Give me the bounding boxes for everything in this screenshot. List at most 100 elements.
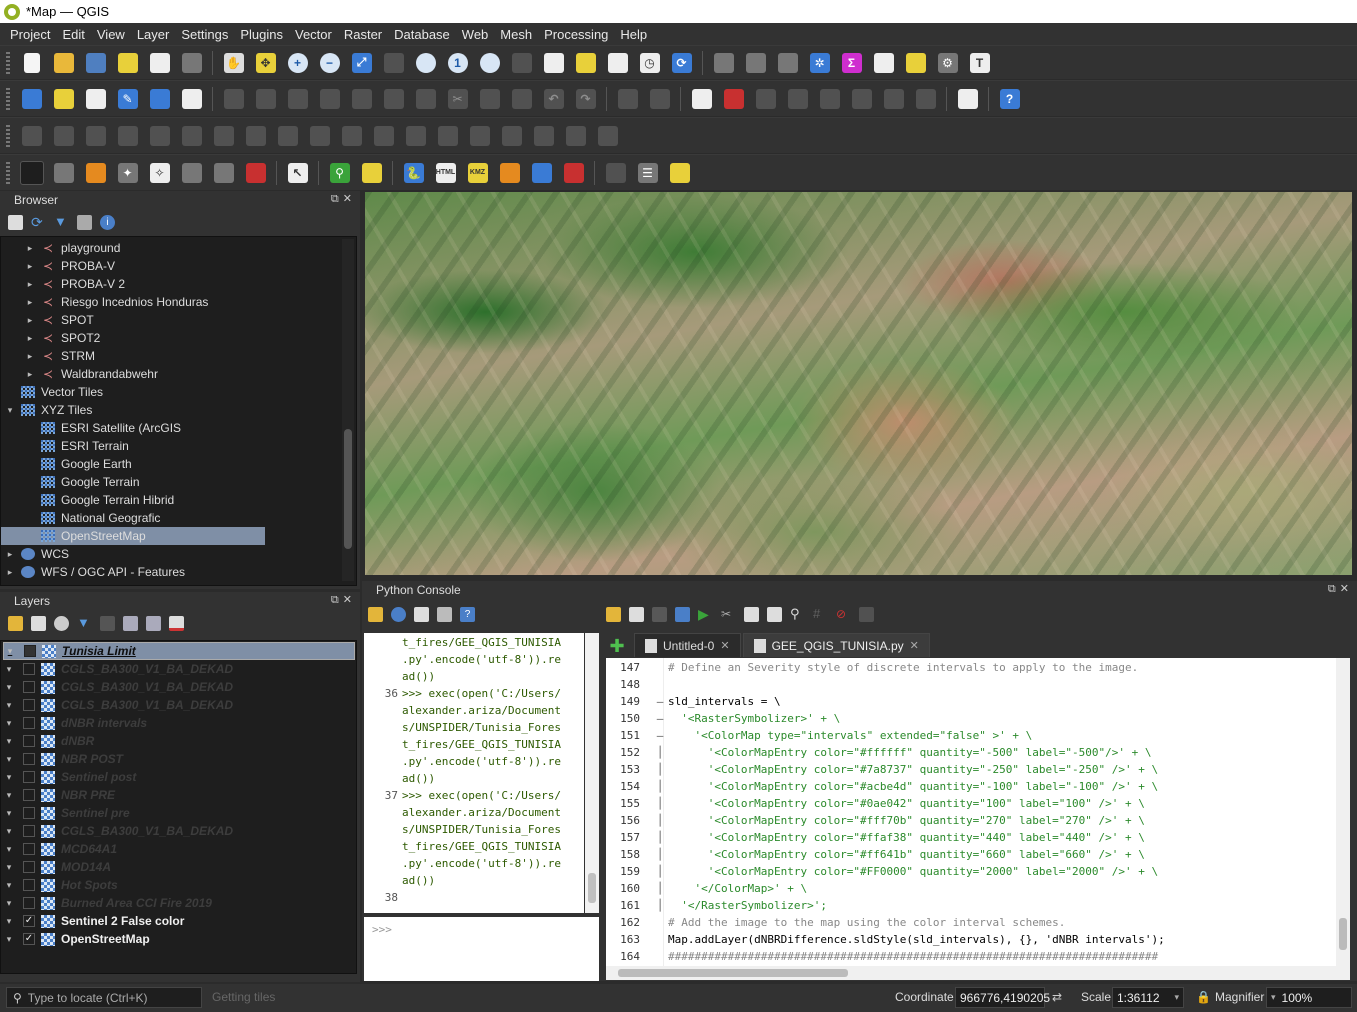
code-editor[interactable]: 147 # Define an Severity style of discret… — [606, 658, 1336, 966]
add-ring-button[interactable] — [146, 122, 173, 149]
layer-row[interactable]: ▾ Sentinel pre — [3, 804, 355, 822]
layer-row[interactable]: ▾ Sentinel post — [3, 768, 355, 786]
toggle-editing-button[interactable] — [220, 85, 247, 112]
menu-settings[interactable]: Settings — [175, 27, 234, 42]
expand-arrow-icon[interactable]: ▸ — [25, 243, 35, 254]
measure-angle-button[interactable] — [560, 159, 587, 186]
menu-edit[interactable]: Edit — [56, 27, 90, 42]
remove-selection-button[interactable] — [242, 159, 269, 186]
new-bookmark-button[interactable] — [604, 49, 631, 76]
filter-icon[interactable]: ▼ — [54, 214, 69, 230]
help-icon[interactable]: ? — [460, 606, 475, 622]
show-editor-icon[interactable] — [414, 606, 429, 622]
browser-item[interactable]: ▸ ≺ SPOT2 — [1, 329, 341, 347]
layer-visibility-checkbox[interactable] — [24, 645, 36, 657]
fill-ring-button[interactable] — [210, 122, 237, 149]
expand-arrow-icon[interactable]: ▾ — [3, 898, 15, 909]
comment-icon[interactable]: # — [813, 606, 828, 622]
python-console-button[interactable]: 🐍 — [400, 159, 427, 186]
new-temporary-layer-button[interactable] — [82, 85, 109, 112]
layer-row[interactable]: ▾ CGLS_BA300_V1_BA_DEKAD — [3, 660, 355, 678]
label-rotate-button[interactable] — [816, 85, 843, 112]
lock-scale-icon[interactable]: 🔒 — [1196, 990, 1211, 1004]
new-map-view-button[interactable] — [540, 49, 567, 76]
layer-visibility-checkbox[interactable] — [23, 771, 35, 783]
expand-arrow-icon[interactable]: ▸ — [5, 549, 15, 560]
layer-filter-button[interactable] — [666, 159, 693, 186]
delete-selected-button[interactable] — [412, 85, 439, 112]
copy-icon[interactable] — [744, 606, 759, 622]
menu-plugins[interactable]: Plugins — [234, 27, 289, 42]
layout-manager-button[interactable] — [146, 49, 173, 76]
browser-item[interactable]: ▸ WCS — [1, 545, 341, 563]
filter-icon[interactable]: ▼ — [77, 615, 92, 631]
new-geopackage-button[interactable] — [50, 85, 77, 112]
panel-float-close-icon[interactable]: ⧉✕ — [331, 593, 356, 607]
label-show-button[interactable] — [880, 85, 907, 112]
browser-item[interactable]: ▸ ≺ SPOT — [1, 311, 341, 329]
processing-toolbox-button[interactable]: ✲ — [806, 49, 833, 76]
locator-search[interactable]: ⚲ Type to locate (Ctrl+K) — [6, 987, 202, 1008]
menu-project[interactable]: Project — [4, 27, 56, 42]
zoom-in-button[interactable]: + — [284, 49, 311, 76]
vertex-tool-button[interactable] — [348, 85, 375, 112]
layer-row[interactable]: ▾ CGLS_BA300_V1_BA_DEKAD — [3, 696, 355, 714]
open-script-icon[interactable] — [606, 606, 621, 622]
coordinate-field[interactable]: 966776,4190205 — [955, 987, 1050, 1008]
layer-row[interactable]: ▾ Hot Spots — [3, 876, 355, 894]
layer-row[interactable]: ▾ CGLS_BA300_V1_BA_DEKAD — [3, 822, 355, 840]
settings-wrench-icon[interactable] — [437, 606, 452, 622]
undo-button[interactable]: ↶ — [540, 85, 567, 112]
offset-curve-button[interactable] — [338, 122, 365, 149]
delete-ring-button[interactable] — [242, 122, 269, 149]
layer-visibility-checkbox[interactable] — [23, 789, 35, 801]
zoom-full-button[interactable]: ⤢ — [348, 49, 375, 76]
actions-button[interactable]: ⚙ — [934, 49, 961, 76]
zoom-next-button[interactable] — [508, 49, 535, 76]
expand-arrow-icon[interactable]: ▾ — [3, 682, 15, 693]
expand-arrow-icon[interactable]: ▾ — [3, 736, 15, 747]
layer-visibility-checkbox[interactable] — [23, 663, 35, 675]
layer-visibility-checkbox[interactable] — [23, 699, 35, 711]
identify-features-button[interactable] — [710, 49, 737, 76]
measure-button[interactable] — [870, 49, 897, 76]
layer-visibility-checkbox[interactable] — [23, 879, 35, 891]
style-icon[interactable] — [8, 615, 23, 631]
magnifier-field[interactable]: ▾ 100% — [1266, 987, 1352, 1008]
refresh-button[interactable]: ⟳ — [668, 49, 695, 76]
layer-row[interactable]: ▾ CGLS_BA300_V1_BA_DEKAD — [3, 678, 355, 696]
toolbar-grip[interactable] — [6, 124, 10, 147]
expand-arrow-icon[interactable]: ▾ — [3, 826, 15, 837]
save-as-icon[interactable] — [675, 606, 690, 622]
edit-pencil-button[interactable] — [252, 85, 279, 112]
menu-mesh[interactable]: Mesh — [494, 27, 538, 42]
browser-item[interactable]: ▸ WFS / OGC API - Features — [1, 563, 341, 581]
save-edits-button[interactable] — [284, 85, 311, 112]
label-tool-button[interactable] — [614, 85, 641, 112]
clear-console-icon[interactable] — [368, 606, 383, 622]
browser-item[interactable]: ESRI Satellite (ArcGIS — [1, 419, 341, 437]
expand-arrow-icon[interactable]: ▾ — [3, 916, 15, 927]
offset-point-button[interactable] — [530, 122, 557, 149]
expand-arrow-icon[interactable]: ▾ — [3, 718, 15, 729]
fold-marker[interactable]: — — [656, 693, 664, 710]
select-value-button[interactable]: ✦ — [114, 159, 141, 186]
menu-layer[interactable]: Layer — [131, 27, 176, 42]
temporal-controller-button[interactable]: ◷ — [636, 49, 663, 76]
panel-float-close-icon[interactable]: ⧉✕ — [1328, 582, 1353, 596]
fold-marker[interactable]: — — [656, 710, 664, 727]
add-group-icon[interactable] — [31, 615, 46, 631]
style-manager-button[interactable] — [178, 49, 205, 76]
layer-row[interactable]: ▾ ✓ Sentinel 2 False color — [3, 912, 355, 930]
expand-arrow-icon[interactable]: ▾ — [3, 808, 15, 819]
expand-arrow-icon[interactable]: ▸ — [5, 567, 15, 578]
zoom-selection-button[interactable] — [380, 49, 407, 76]
browser-item[interactable]: Google Terrain — [1, 473, 341, 491]
layer-visibility-checkbox[interactable] — [23, 735, 35, 747]
expand-arrow-icon[interactable]: ▾ — [4, 646, 16, 657]
zoom-out-button[interactable]: − — [316, 49, 343, 76]
layer-row[interactable]: ▾ NBR POST — [3, 750, 355, 768]
select-expression-button[interactable]: ✧ — [146, 159, 173, 186]
expand-arrow-icon[interactable]: ▾ — [3, 862, 15, 873]
layer-row[interactable]: ▾ Tunisia Limit — [3, 642, 355, 660]
